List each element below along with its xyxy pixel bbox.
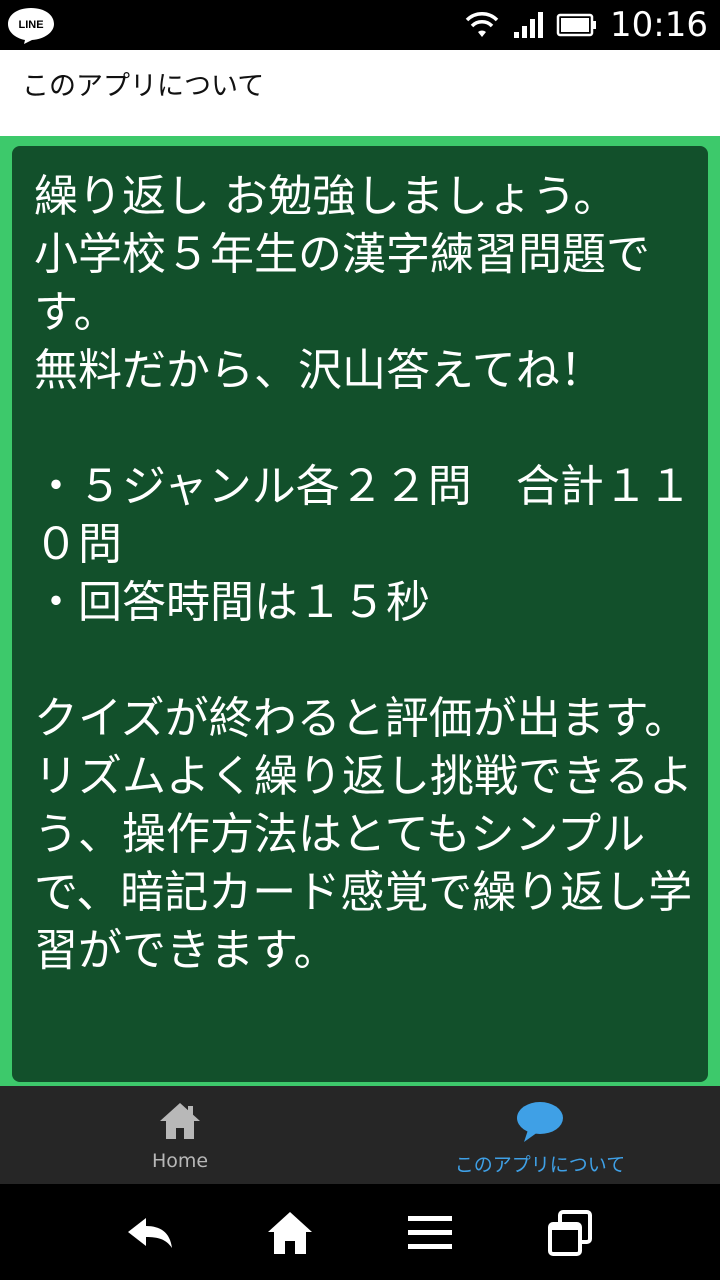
back-icon[interactable] bbox=[124, 1208, 176, 1258]
menu-icon[interactable] bbox=[404, 1208, 456, 1258]
line-app-icon: LINE bbox=[8, 8, 54, 44]
page-title: このアプリについて bbox=[22, 71, 265, 102]
status-time: 10:16 bbox=[610, 5, 708, 45]
title-bar: このアプリについて bbox=[0, 50, 720, 136]
signal-icon bbox=[514, 12, 544, 38]
home-icon bbox=[160, 1103, 200, 1139]
tab-about-label: このアプリについて bbox=[454, 1154, 626, 1176]
tab-home-label: Home bbox=[151, 1150, 209, 1172]
nav-home-icon[interactable] bbox=[264, 1208, 316, 1258]
tab-about[interactable]: このアプリについて bbox=[360, 1086, 720, 1184]
status-bar: LINE 10:16 bbox=[0, 0, 720, 50]
wifi-icon bbox=[465, 12, 499, 37]
svg-text:LINE: LINE bbox=[18, 19, 43, 31]
recent-apps-icon[interactable] bbox=[544, 1208, 596, 1258]
tab-home[interactable]: Home bbox=[0, 1086, 360, 1184]
description-board: 繰り返し お勉強しましょう。 小学校５年生の漢字練習問題です。 無料だから、沢山… bbox=[12, 146, 708, 1082]
bottom-tab-bar: Home このアプリについて bbox=[0, 1086, 720, 1184]
chat-bubble-icon bbox=[517, 1102, 563, 1142]
content-area: 繰り返し お勉強しましょう。 小学校５年生の漢字練習問題です。 無料だから、沢山… bbox=[0, 136, 720, 1086]
app-description: 繰り返し お勉強しましょう。 小学校５年生の漢字練習問題です。 無料だから、沢山… bbox=[34, 171, 694, 976]
battery-icon bbox=[556, 13, 597, 37]
system-nav-bar bbox=[0, 1184, 720, 1280]
